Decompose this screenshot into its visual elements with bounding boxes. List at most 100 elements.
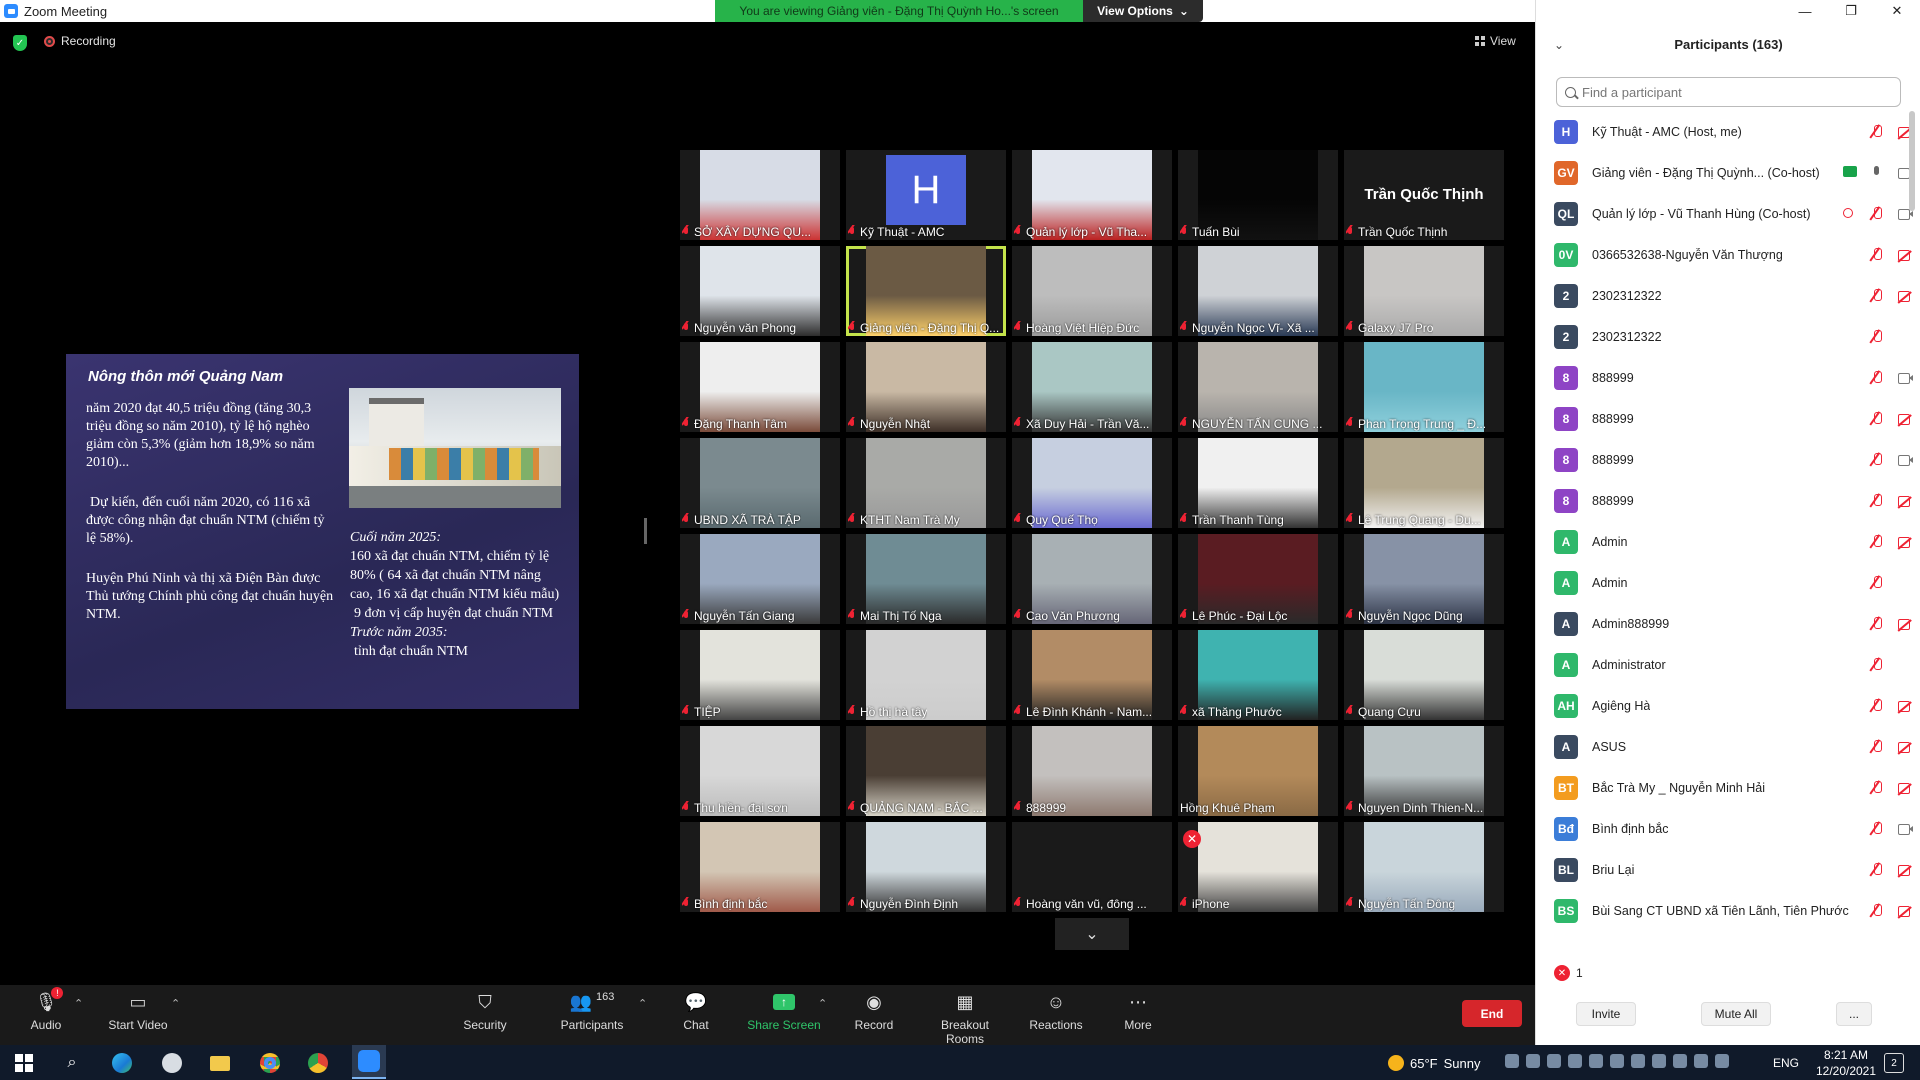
tray-app-icon[interactable] [1673, 1054, 1687, 1068]
microphone-muted-icon[interactable] [1869, 124, 1885, 140]
shared-screen[interactable]: Nông thôn mới Quảng Nam năm 2020 đạt 40,… [6, 354, 638, 709]
view-options-button[interactable]: View Options ⌄ [1083, 0, 1203, 22]
end-meeting-button[interactable]: End [1462, 1000, 1522, 1027]
breakout-rooms-button[interactable]: ▦ Breakout Rooms [921, 991, 1009, 1047]
participant-video-tile[interactable]: Hoàng Việt Hiệp Đức [1012, 246, 1172, 336]
recording-indicator[interactable]: Recording [44, 34, 116, 48]
microphone-muted-icon[interactable] [1869, 821, 1885, 837]
more-button[interactable]: ⋯ More [1120, 991, 1156, 1033]
start-video-button[interactable]: ▭ Start Video [104, 991, 172, 1033]
participant-row[interactable]: BS Bùi Sang CT UBND xã Tiên Lãnh, Tiên Ph… [1536, 890, 1920, 931]
participant-video-tile[interactable]: Lê Trung Quang - Du... [1344, 438, 1504, 528]
microphone-muted-icon[interactable] [1869, 739, 1885, 755]
participant-row[interactable]: H Kỹ Thuật - AMC (Host, me) [1536, 111, 1920, 152]
app-icon[interactable] [160, 1051, 184, 1075]
tray-app-icon[interactable] [1526, 1054, 1540, 1068]
participant-video-tile[interactable]: Nguyễn văn Phong [680, 246, 840, 336]
share-screen-button[interactable]: ↑ Share Screen [746, 991, 822, 1032]
participant-video-tile[interactable]: NGUYỄN TẤN CUNG ... [1178, 342, 1338, 432]
participant-video-tile[interactable]: Quang Cựu [1344, 630, 1504, 720]
participant-row[interactable]: 8 888999 [1536, 439, 1920, 480]
tray-app-icon[interactable] [1652, 1054, 1666, 1068]
microphone-muted-icon[interactable] [1869, 206, 1885, 222]
microphone-muted-icon[interactable] [1869, 575, 1885, 591]
audio-options-caret[interactable]: ⌃ [74, 997, 83, 1010]
participant-video-tile[interactable]: Nguyễn Đình Định [846, 822, 1006, 912]
participant-row[interactable]: A Admin [1536, 521, 1920, 562]
participant-video-tile[interactable]: Hồng Khuê Phạm [1178, 726, 1338, 816]
participant-video-tile[interactable]: Quản lý lớp - Vũ Tha... [1012, 150, 1172, 240]
participant-video-tile[interactable]: ✕ iPhone [1178, 822, 1338, 912]
edge-browser-icon[interactable] [110, 1051, 134, 1075]
participant-row[interactable]: AH Agiêng Hà [1536, 685, 1920, 726]
video-off-icon[interactable] [1897, 739, 1913, 755]
participants-button[interactable]: 👥 163 Participants [556, 991, 628, 1032]
system-clock[interactable]: 8:21 AM 12/20/2021 [1806, 1047, 1886, 1079]
participant-search-input[interactable] [1582, 84, 1882, 100]
participant-video-tile[interactable]: Nguyễn Ngọc Dũng [1344, 534, 1504, 624]
participant-video-tile[interactable]: Trần Thanh Tùng [1178, 438, 1338, 528]
share-options-caret[interactable]: ⌃ [818, 997, 827, 1010]
zoom-taskbar-icon[interactable] [352, 1045, 386, 1079]
participant-video-tile[interactable]: xã Thăng Phước [1178, 630, 1338, 720]
participant-video-tile[interactable]: Giảng viên - Đặng Thị Q... [846, 246, 1006, 336]
participant-row[interactable]: 2 2302312322 [1536, 275, 1920, 316]
microphone-muted-icon[interactable] [1869, 657, 1885, 673]
split-view-divider[interactable] [644, 518, 647, 544]
participant-video-tile[interactable]: Nguyễn Tấn Giang [680, 534, 840, 624]
participant-list-scrollbar[interactable] [1909, 111, 1915, 211]
participant-video-tile[interactable]: Nguyen Dinh Thien-N... [1344, 726, 1504, 816]
participant-video-tile[interactable]: Tuấn Bùi [1178, 150, 1338, 240]
participant-row[interactable]: 0V 0366532638-Nguyễn Văn Thượng [1536, 234, 1920, 275]
participant-video-tile[interactable]: Thu hiền- đại sơn [680, 726, 840, 816]
search-icon[interactable]: ⌕ [60, 1051, 84, 1075]
microphone-muted-icon[interactable] [1869, 411, 1885, 427]
participant-video-tile[interactable]: Cao Văn Phương [1012, 534, 1172, 624]
chrome-icon[interactable] [258, 1051, 282, 1075]
participant-row[interactable]: 8 888999 [1536, 357, 1920, 398]
participant-video-tile[interactable]: KTHT Nam Trà My [846, 438, 1006, 528]
microphone-muted-icon[interactable] [1869, 903, 1885, 919]
participant-video-tile[interactable]: Xã Duy Hải - Trần Vă... [1012, 342, 1172, 432]
audio-button[interactable]: 🎙! Audio [26, 987, 66, 1032]
participant-video-tile[interactable]: Lê Đình Khánh - Nam... [1012, 630, 1172, 720]
microphone-muted-icon[interactable] [1869, 616, 1885, 632]
microphone-muted-icon[interactable] [1869, 452, 1885, 468]
gallery-next-page-button[interactable]: ⌄ [1055, 918, 1129, 950]
tray-app-icon[interactable] [1589, 1054, 1603, 1068]
participant-video-tile[interactable]: Phan Trọng Trung _ Đ... [1344, 342, 1504, 432]
participant-video-tile[interactable]: SỞ XÂY DỰNG QU... [680, 150, 840, 240]
security-button[interactable]: ⛉ Security [455, 991, 515, 1033]
participant-video-tile[interactable]: Lê Phúc - Đại Lộc [1178, 534, 1338, 624]
video-camera-icon[interactable] [1897, 821, 1913, 837]
microphone-muted-icon[interactable] [1869, 288, 1885, 304]
video-camera-icon[interactable] [1897, 370, 1913, 386]
video-off-icon[interactable] [1897, 411, 1913, 427]
participant-video-tile[interactable]: TIỆP [680, 630, 840, 720]
participant-row[interactable]: BL Briu Lại [1536, 849, 1920, 890]
participant-row[interactable]: A Administrator [1536, 644, 1920, 685]
microphone-muted-icon[interactable] [1869, 534, 1885, 550]
video-off-icon[interactable] [1897, 862, 1913, 878]
participant-row[interactable]: A Admin888999 [1536, 603, 1920, 644]
video-off-icon[interactable] [1897, 534, 1913, 550]
participant-video-tile[interactable]: Bình định bắc [680, 822, 840, 912]
participants-options-caret[interactable]: ⌃ [638, 997, 647, 1010]
video-off-icon[interactable] [1897, 780, 1913, 796]
notification-center-icon[interactable]: 2 [1884, 1053, 1904, 1073]
chat-button[interactable]: 💬 Chat [676, 991, 716, 1033]
microphone-muted-icon[interactable] [1869, 370, 1885, 386]
video-off-icon[interactable] [1897, 616, 1913, 632]
record-button[interactable]: ◉ Record [852, 991, 896, 1033]
maximize-icon[interactable]: ❐ [1828, 0, 1874, 22]
participant-video-tile[interactable]: Nguyễn Tấn Đông [1344, 822, 1504, 912]
participant-row[interactable]: 8 888999 [1536, 480, 1920, 521]
microphone-muted-icon[interactable] [1869, 780, 1885, 796]
participant-video-tile[interactable]: Mai Thị Tố Nga [846, 534, 1006, 624]
video-off-icon[interactable] [1897, 493, 1913, 509]
more-options-button[interactable]: ... [1836, 1002, 1872, 1026]
participant-video-tile[interactable]: Hoàng văn vũ, đông ... [1012, 822, 1172, 912]
participant-video-tile[interactable]: H Kỹ Thuật - AMC [846, 150, 1006, 240]
network-icon[interactable] [1694, 1054, 1708, 1068]
close-icon[interactable]: ✕ [1874, 0, 1920, 22]
